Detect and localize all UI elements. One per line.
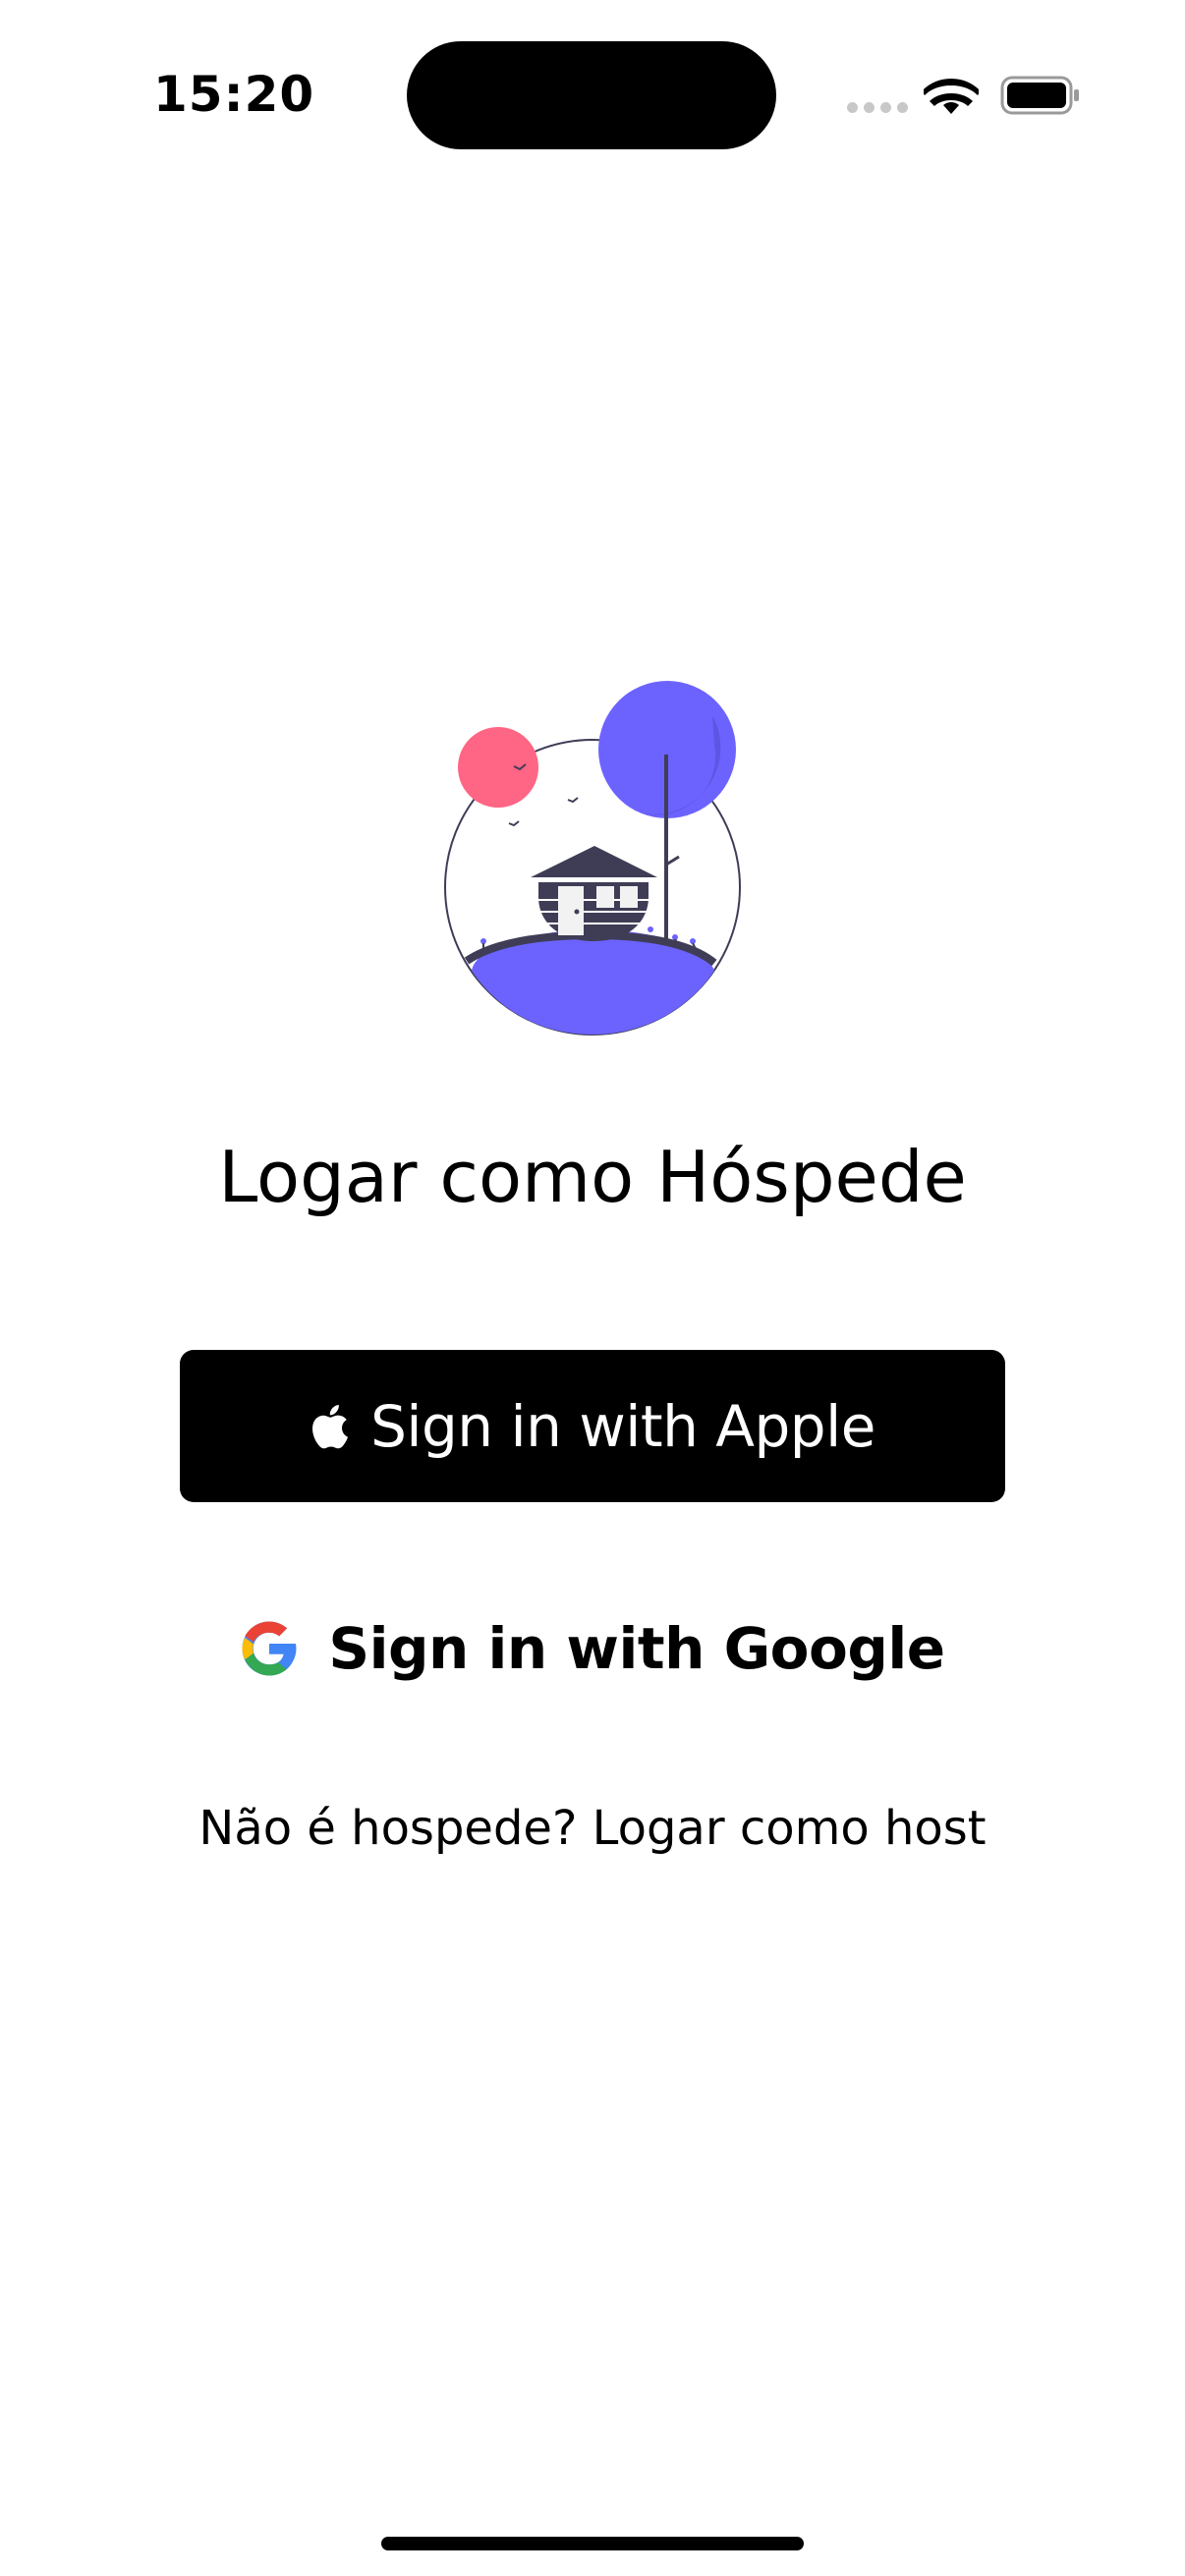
page-title: Logar como Hóspede [218,1136,967,1218]
home-indicator[interactable] [381,2537,804,2550]
guest-house-illustration [444,681,741,1036]
login-as-host-link[interactable]: Não é hospede? Logar como host [0,1794,1185,1863]
apple-logo-icon [312,1404,349,1448]
status-bar: 15:20 [0,0,1185,196]
cellular-signal-icon [847,102,908,113]
apple-button-label: Sign in with Apple [370,1392,875,1460]
sign-in-with-google-button[interactable]: Sign in with Google [180,1572,1005,1724]
google-logo-icon [242,1621,297,1675]
wifi-icon [924,79,979,114]
battery-icon [1000,76,1079,115]
status-time: 15:20 [153,66,315,123]
sign-in-with-apple-button[interactable]: Sign in with Apple [180,1350,1005,1502]
dynamic-island [407,41,776,149]
google-button-label: Sign in with Google [328,1614,945,1682]
